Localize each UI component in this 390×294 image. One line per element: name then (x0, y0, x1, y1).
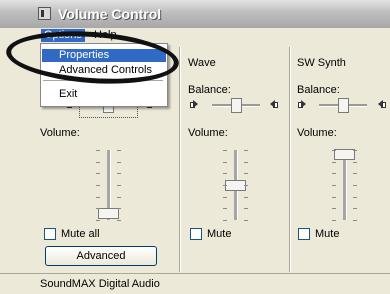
synth-volume-track[interactable] (343, 150, 347, 220)
volume-tick-mark (244, 185, 248, 186)
volume-tick-mark (353, 185, 357, 186)
synth-balance-label: Balance: (297, 84, 340, 96)
volume-tick-mark (353, 150, 357, 151)
volume-tick-mark (96, 185, 100, 186)
volume-tick-mark (96, 220, 100, 221)
synth-title: SW Synth (297, 57, 346, 69)
speaker-app-icon (38, 7, 51, 20)
volume-control-window: Volume Control Options Help Volume: Mute… (0, 0, 390, 294)
volume-tick-mark (117, 208, 121, 209)
column-divider (289, 47, 291, 272)
synth-volume-slider[interactable] (334, 149, 355, 160)
volume-tick-mark (244, 162, 248, 163)
synth-balance-slider[interactable] (338, 98, 349, 113)
volume-tick-mark (223, 185, 227, 186)
volume-tick-mark (96, 162, 100, 163)
wave-balance-slider[interactable] (231, 98, 242, 113)
volume-tick-mark (353, 197, 357, 198)
volume-tick-mark (223, 150, 227, 151)
synth-mute-label[interactable]: Mute (315, 228, 339, 240)
volume-tick-mark (332, 173, 336, 174)
device-name: SoundMAX Digital Audio (40, 278, 160, 290)
wave-mute-checkbox[interactable] (190, 228, 202, 240)
wave-volume-label: Volume: (188, 127, 228, 139)
master-volume-label: Volume: (40, 127, 80, 139)
wave-balance-label: Balance: (188, 84, 231, 96)
wave-volume-slider[interactable] (225, 180, 246, 191)
volume-tick-mark (223, 197, 227, 198)
title-bar[interactable]: Volume Control (0, 0, 390, 28)
mute-all-checkbox[interactable] (44, 228, 56, 240)
volume-tick-mark (117, 150, 121, 151)
volume-tick-mark (244, 220, 248, 221)
volume-tick-mark (353, 173, 357, 174)
volume-tick-mark (353, 220, 357, 221)
volume-tick-mark (332, 208, 336, 209)
volume-tick-mark (96, 150, 100, 151)
mute-all-label[interactable]: Mute all (61, 228, 100, 240)
volume-tick-mark (223, 208, 227, 209)
wave-mute-label[interactable]: Mute (207, 228, 231, 240)
volume-tick-mark (117, 220, 121, 221)
volume-tick-mark (223, 220, 227, 221)
volume-tick-mark (96, 208, 100, 209)
column-divider (179, 47, 181, 272)
volume-tick-mark (332, 150, 336, 151)
volume-tick-mark (223, 173, 227, 174)
volume-tick-mark (332, 197, 336, 198)
volume-tick-mark (117, 185, 121, 186)
volume-tick-mark (353, 162, 357, 163)
volume-tick-mark (117, 197, 121, 198)
master-volume-slider[interactable] (98, 208, 119, 219)
volume-tick-mark (244, 197, 248, 198)
speaker-right-icon (376, 99, 386, 109)
menu-item-exit[interactable]: Exit (42, 88, 166, 101)
volume-tick-mark (117, 173, 121, 174)
volume-tick-mark (244, 173, 248, 174)
volume-tick-mark (96, 197, 100, 198)
window-title: Volume Control (58, 6, 162, 22)
volume-tick-mark (96, 173, 100, 174)
volume-tick-mark (332, 185, 336, 186)
status-bar: SoundMAX Digital Audio (0, 273, 390, 294)
synth-mute-checkbox[interactable] (298, 228, 310, 240)
speaker-left-icon (190, 99, 200, 109)
volume-tick-mark (353, 208, 357, 209)
volume-tick-mark (332, 162, 336, 163)
volume-tick-mark (332, 220, 336, 221)
volume-tick-mark (244, 150, 248, 151)
speaker-right-icon (268, 99, 278, 109)
volume-tick-mark (223, 162, 227, 163)
speaker-left-icon (298, 99, 308, 109)
wave-title: Wave (188, 57, 216, 69)
synth-volume-label: Volume: (297, 127, 337, 139)
advanced-button[interactable]: Advanced (45, 246, 157, 266)
volume-tick-mark (244, 208, 248, 209)
volume-tick-mark (117, 162, 121, 163)
